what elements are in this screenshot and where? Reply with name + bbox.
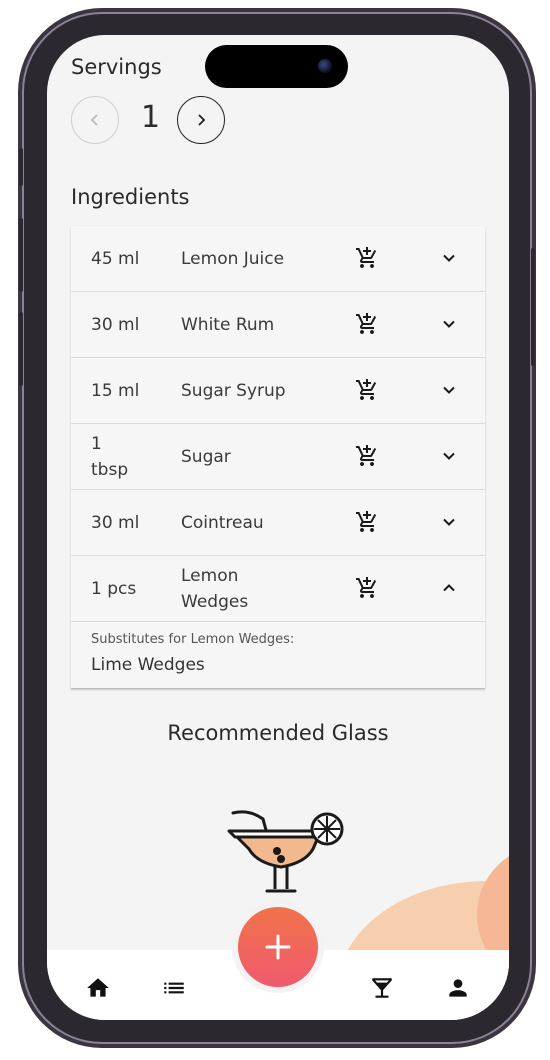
ingredient-amount: 15 ml	[91, 380, 140, 401]
substitutes-label: Substitutes for Lemon Wedges:	[91, 632, 295, 647]
list-icon[interactable]	[161, 975, 187, 1001]
dynamic-island	[205, 45, 348, 88]
person-icon[interactable]	[445, 975, 471, 1001]
chevron-up-icon[interactable]	[439, 578, 459, 598]
add-fab-button[interactable]	[238, 907, 318, 987]
servings-increment-button[interactable]	[177, 96, 225, 144]
servings-label: Servings	[71, 55, 162, 79]
ingredient-row-expanded[interactable]: 1 pcs Lemon Wedges	[71, 556, 485, 622]
add-to-cart-icon[interactable]	[355, 378, 379, 402]
side-button-volume-down	[19, 312, 23, 386]
side-button-power	[531, 248, 535, 366]
ingredient-row[interactable]: 30 ml Cointreau	[71, 490, 485, 556]
ingredient-name: Sugar	[181, 446, 231, 467]
add-to-cart-icon[interactable]	[355, 312, 379, 336]
chevron-down-icon[interactable]	[439, 248, 459, 268]
ingredient-row[interactable]: 45 ml Lemon Juice	[71, 226, 485, 292]
side-button-mute	[19, 148, 23, 186]
add-to-cart-icon[interactable]	[355, 444, 379, 468]
ingredient-row[interactable]: 30 ml White Rum	[71, 292, 485, 358]
side-button-volume-up	[19, 218, 23, 292]
chevron-down-icon[interactable]	[439, 446, 459, 466]
ingredients-title: Ingredients	[71, 185, 190, 209]
ingredient-name: Cointreau	[181, 512, 264, 533]
ingredient-name: Lemon Wedges	[181, 565, 249, 612]
chevron-left-icon	[90, 114, 98, 126]
app-screen: Servings 1 Ingredients 45 ml Lemon Juice…	[47, 35, 509, 1020]
chevron-down-icon[interactable]	[439, 380, 459, 400]
camera-icon	[318, 59, 332, 73]
ingredient-amount: 1 pcs	[91, 578, 137, 599]
substitutes-panel: Substitutes for Lemon Wedges: Lime Wedge…	[71, 622, 485, 689]
ingredient-name: Lemon Juice	[181, 248, 285, 269]
cocktail-icon[interactable]	[369, 975, 395, 1001]
ingredient-amount: 30 ml	[91, 314, 140, 335]
add-to-cart-icon[interactable]	[355, 576, 379, 600]
ingredient-name: White Rum	[181, 314, 275, 335]
substitutes-value: Lime Wedges	[91, 655, 205, 675]
add-to-cart-icon[interactable]	[355, 246, 379, 270]
chevron-down-icon[interactable]	[439, 314, 459, 334]
plus-icon	[265, 934, 291, 960]
ingredients-list: 45 ml Lemon Juice 30 ml White Rum 15 ml …	[71, 226, 485, 689]
servings-value: 1	[141, 100, 161, 135]
chevron-right-icon	[198, 114, 206, 126]
recommended-glass-title: Recommended Glass	[167, 721, 389, 745]
ingredient-amount: 45 ml	[91, 248, 140, 269]
ingredient-amount: 30 ml	[91, 512, 140, 533]
ingredient-row[interactable]: 15 ml Sugar Syrup	[71, 358, 485, 424]
add-to-cart-icon[interactable]	[355, 510, 379, 534]
ingredient-amount: 1 tbsp	[91, 433, 129, 480]
home-icon[interactable]	[85, 975, 111, 1001]
ingredient-name: Sugar Syrup	[181, 380, 286, 401]
margarita-glass-icon	[227, 810, 344, 893]
ingredient-row[interactable]: 1 tbsp Sugar	[71, 424, 485, 490]
chevron-down-icon[interactable]	[439, 512, 459, 532]
servings-decrement-button[interactable]	[71, 96, 119, 144]
